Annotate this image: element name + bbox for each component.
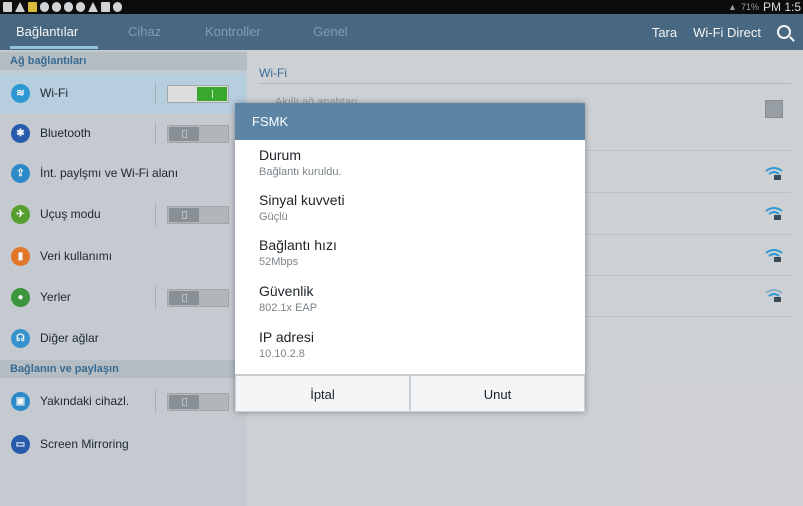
cancel-button[interactable]: İptal [235,375,410,412]
row-value: 10.10.2.8 [259,348,305,360]
row-value: 52Mbps [259,256,299,268]
row-label: Güvenlik [259,283,314,299]
forget-button[interactable]: Unut [410,375,585,412]
row-label: Durum [259,147,302,163]
signal-strength-row: Sinyal kuvveti Güçlü [259,192,345,223]
dialog-title: FSMK [235,103,585,140]
row-label: Bağlantı hızı [259,237,337,253]
row-label: IP adresi [259,329,314,345]
ip-address-row: IP adresi 10.10.2.8 [259,329,314,360]
row-value: 802.1x EAP [259,302,318,314]
row-value: Bağlantı kuruldu. [259,166,342,178]
network-info-dialog: FSMK Durum Bağlantı kuruldu. Sinyal kuvv… [235,103,585,412]
row-label: Sinyal kuvveti [259,192,345,208]
status-row: Durum Bağlantı kuruldu. [259,147,342,178]
security-row: Güvenlik 802.1x EAP [259,283,317,314]
row-value: Güçlü [259,211,288,223]
dialog-buttons: İptal Unut [235,374,585,412]
link-speed-row: Bağlantı hızı 52Mbps [259,237,337,268]
